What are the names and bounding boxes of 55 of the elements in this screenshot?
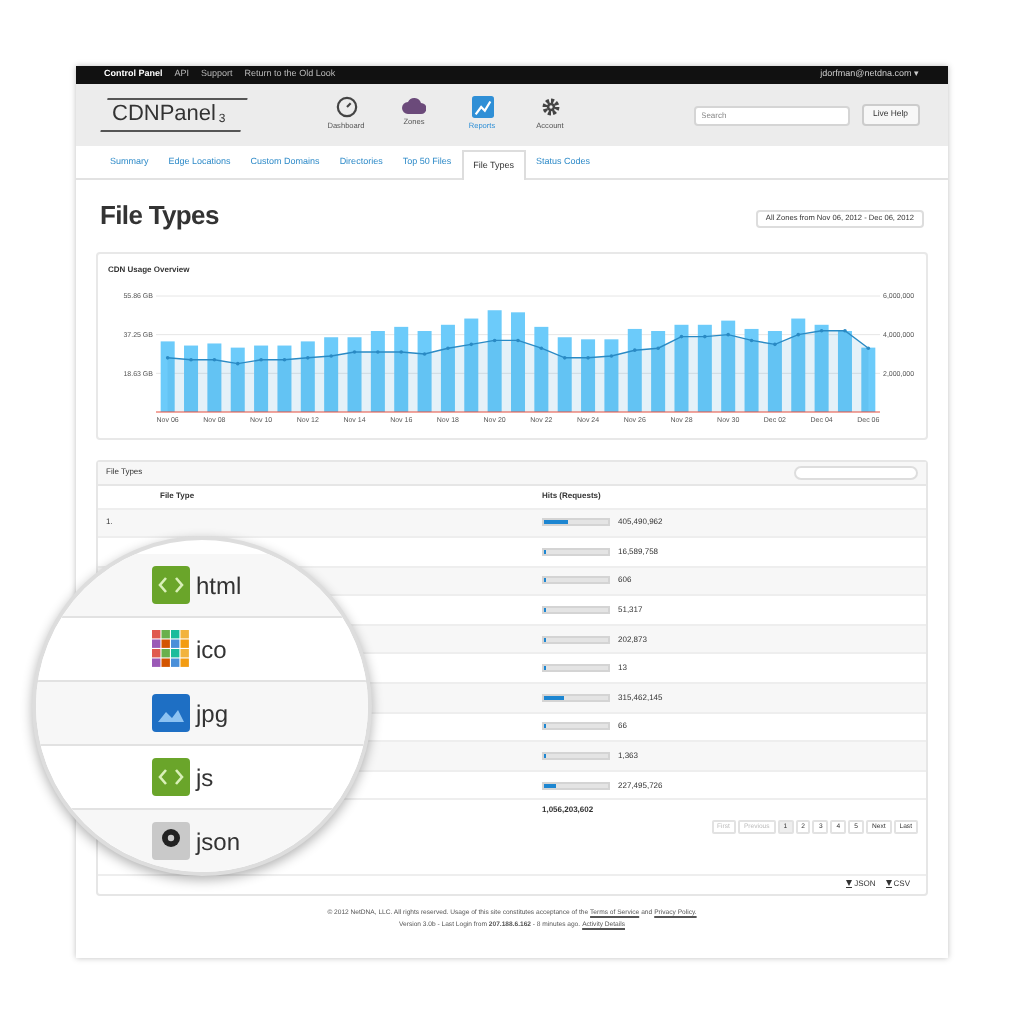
file-type-name: json <box>196 825 241 859</box>
chart-point <box>235 360 240 365</box>
chart-bar <box>651 330 666 411</box>
chart-bar <box>184 344 199 411</box>
chart-bar <box>370 330 385 411</box>
gear-icon <box>539 96 561 119</box>
chart-bar <box>487 309 502 411</box>
chart-point <box>749 337 754 342</box>
chart-bar <box>464 317 479 411</box>
chart-bar <box>277 344 292 411</box>
image-file-icon <box>152 694 190 732</box>
gauge-icon <box>335 96 357 119</box>
chart-bar <box>160 340 175 411</box>
code-file-icon <box>152 566 190 604</box>
chart-bar <box>721 319 736 411</box>
chart-bar <box>604 338 619 411</box>
chart-bar <box>230 346 245 411</box>
file-type-name: html <box>196 569 242 603</box>
code-file-icon <box>152 758 190 796</box>
file-type-name: js <box>196 761 214 795</box>
mosaic-file-icon <box>152 630 190 668</box>
chart-bar <box>207 342 222 411</box>
chart-point <box>492 337 497 342</box>
chart-bar <box>861 346 876 411</box>
chart-bar <box>744 327 759 411</box>
chart-point <box>796 331 801 336</box>
chart-bar <box>300 340 315 411</box>
file-type-name: jpg <box>196 697 229 731</box>
cloud-icon <box>402 96 426 115</box>
chart-bar <box>581 338 596 411</box>
chart-bar <box>347 336 362 411</box>
chart-bar <box>767 330 782 411</box>
table-search-field[interactable] <box>794 465 918 479</box>
chart-bar <box>814 323 829 411</box>
chart-bar <box>791 317 806 411</box>
chart-bar <box>534 325 549 411</box>
chart-bar <box>557 336 572 411</box>
chart-bar <box>440 323 455 411</box>
chart-bar <box>254 344 269 411</box>
chart-point <box>679 333 684 338</box>
chart-bar <box>697 323 712 411</box>
download-icon <box>846 880 853 888</box>
chart-bar <box>837 330 852 411</box>
chart-bar <box>674 323 689 411</box>
chart-bar <box>627 327 642 411</box>
chart-bar <box>324 336 339 411</box>
file-type-name: ico <box>196 633 227 667</box>
chart-bar <box>511 311 525 411</box>
chart-point <box>469 341 474 346</box>
json-file-icon <box>152 822 190 860</box>
chart-bar <box>394 325 409 411</box>
chart-icon <box>471 96 493 119</box>
download-icon <box>885 880 892 888</box>
page-title: File Types <box>100 198 219 234</box>
chart-bar <box>417 330 432 411</box>
